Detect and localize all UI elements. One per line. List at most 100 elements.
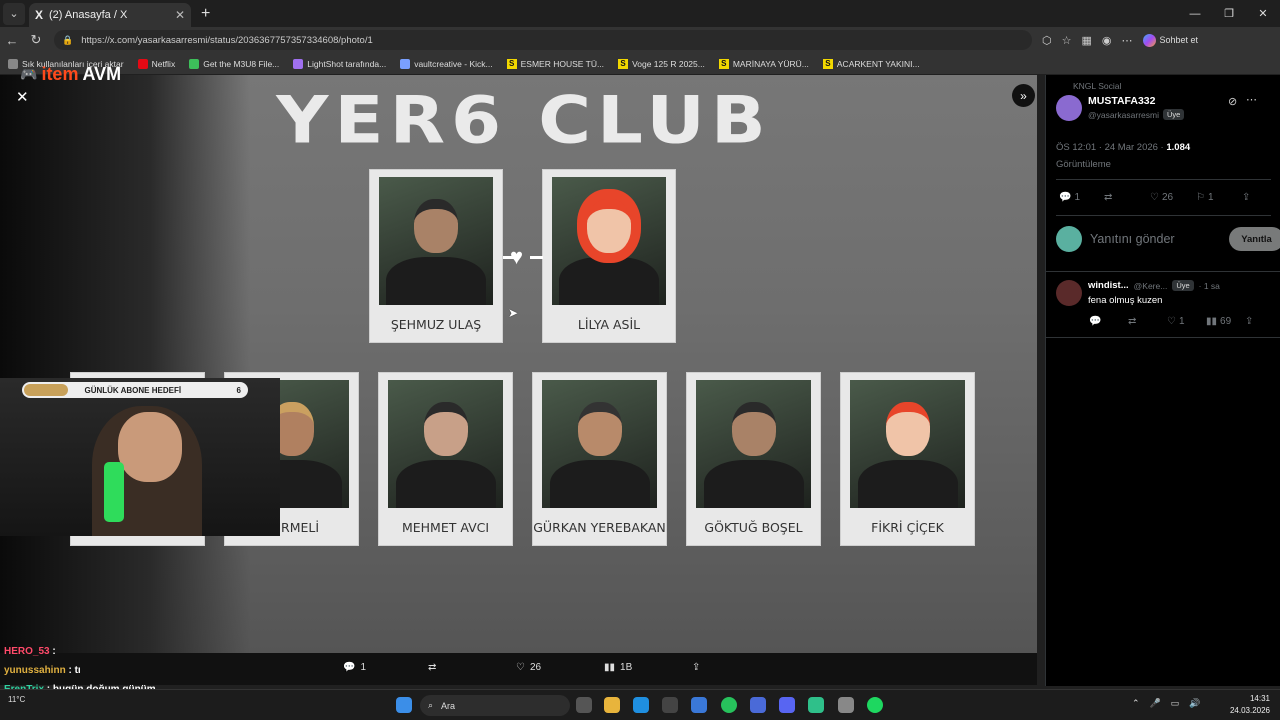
viewer-reply-button[interactable]: 💬 1 — [343, 662, 366, 673]
author-handle[interactable]: @yasarkasarresmi — [1088, 110, 1159, 120]
viewer-repost-button[interactable]: ⇄ — [428, 662, 436, 673]
more-icon[interactable]: ⋯ — [1122, 34, 1133, 47]
heart-icon: ♥ — [510, 244, 524, 269]
reply-input[interactable]: Yanıtını gönder — [1090, 232, 1175, 246]
back-button[interactable]: ← — [0, 33, 24, 48]
reply-avatar[interactable] — [1056, 280, 1082, 306]
taskbar-search[interactable]: ⌕ Ara — [420, 695, 570, 716]
expand-panel-icon[interactable]: » — [1012, 84, 1035, 107]
tweet-reply-count: 1 — [1074, 192, 1081, 203]
author-avatar[interactable] — [1056, 95, 1082, 121]
logo-text-b: AVM — [82, 64, 122, 84]
reply-submit-button[interactable]: Yanıtla — [1229, 227, 1280, 251]
close-tab-icon[interactable]: ✕ — [175, 8, 185, 22]
tab-actions-button[interactable]: ⌄ — [3, 2, 25, 25]
tweet-reply-button[interactable]: 💬 1 — [1059, 192, 1080, 203]
refresh-button[interactable]: ↻ — [24, 32, 48, 48]
copilot-label: Sohbet et — [1159, 35, 1199, 45]
streamer-face — [118, 412, 182, 482]
tweet-views-label: Görüntüleme — [1056, 159, 1111, 170]
app-icon[interactable] — [808, 697, 824, 713]
close-window-button[interactable]: ✕ — [1246, 0, 1280, 27]
logo-text-a: item — [41, 64, 79, 84]
character-photo — [850, 380, 965, 508]
bookmark-item[interactable]: LightShot tarafında... — [293, 58, 386, 69]
address-bar[interactable]: 🔒 https://x.com/yasarkasarresmi/status/2… — [54, 30, 1032, 50]
my-avatar — [1056, 226, 1082, 252]
reply-author-name[interactable]: windist... — [1088, 280, 1129, 291]
profile-icon[interactable]: ◉ — [1102, 34, 1112, 47]
chat-message: HERO_53 : — [4, 646, 56, 657]
close-icon[interactable]: ✕ — [16, 88, 29, 106]
bookmark-item[interactable]: S ESMER HOUSE TÜ... — [506, 58, 604, 69]
bookmark-label: ACARKENT YAKINI... — [836, 58, 920, 69]
taskbar-clock[interactable]: 14:31 24.03.2026 — [1230, 693, 1270, 717]
member-name: MEHMET AVCI — [401, 520, 490, 535]
start-icon[interactable] — [396, 697, 412, 713]
tweet-like-button[interactable]: ♡ 26 — [1150, 192, 1173, 203]
weather-widget[interactable]: 11°C — [8, 694, 25, 705]
network-icon[interactable]: ▭ — [1171, 698, 1180, 709]
bookmark-item[interactable]: Netflix — [137, 58, 176, 69]
bookmark-item[interactable]: S ACARKENT YAKINI... — [822, 58, 920, 69]
bookmark-label: MARİNAYA YÜRÜ... — [732, 58, 809, 69]
repost-icon: ⇄ — [1104, 192, 1113, 203]
member-card: ŞEHMUZ ULAŞ — [369, 169, 503, 343]
bookmark-item[interactable]: Get the M3U8 File... — [189, 58, 279, 69]
like-icon: ♡ — [1150, 192, 1159, 203]
tray-chevron-icon[interactable]: ⌃ — [1132, 698, 1140, 709]
browser-tab[interactable]: X (2) Anasayfa / X ✕ — [29, 3, 191, 27]
minimize-button[interactable]: — — [1178, 0, 1212, 27]
microphone-icon[interactable]: 🎤 — [1150, 698, 1161, 709]
file-explorer-icon[interactable] — [604, 697, 620, 713]
maximize-button[interactable]: ❐ — [1212, 0, 1246, 27]
app-icon[interactable] — [750, 697, 766, 713]
member-name: GÖKTUĞ BOŞEL — [704, 520, 803, 535]
task-view-icon[interactable] — [576, 697, 592, 713]
bookmark-item[interactable]: vaultcreative - Kick... — [400, 58, 493, 69]
grok-icon[interactable]: ⊘ — [1228, 95, 1237, 108]
gamepad-icon: 🎮 — [20, 66, 38, 82]
store-icon[interactable] — [662, 697, 678, 713]
new-tab-button[interactable]: + — [201, 5, 210, 23]
search-placeholder: Ara — [441, 700, 456, 711]
author-name[interactable]: MUSTAFA332 — [1088, 95, 1156, 107]
viewer-share-button[interactable]: ⇪ — [692, 662, 700, 673]
tweet-share-button[interactable]: ⇪ — [1242, 192, 1250, 203]
volume-icon[interactable]: 🔊 — [1189, 698, 1200, 709]
reply-views-button[interactable]: ▮▮ 69 — [1206, 316, 1231, 327]
reply-repost-button[interactable]: ⇄ — [1128, 316, 1136, 327]
mail-icon[interactable] — [691, 697, 707, 713]
s-icon: S — [506, 58, 517, 69]
reply-icon: 💬 — [1059, 192, 1072, 203]
s-icon: S — [718, 58, 729, 69]
bookmark-item[interactable]: S MARİNAYA YÜRÜ... — [718, 58, 809, 69]
chat-text: tı — [74, 665, 81, 676]
member-card: GÜRKAN YEREBAKAN — [532, 372, 667, 546]
spotify-icon[interactable] — [867, 697, 883, 713]
whatsapp-icon[interactable] — [721, 697, 737, 713]
tweet-panel: KNGL Social MUSTAFA332 @yasarkasarresmi … — [1045, 75, 1280, 686]
collections-icon[interactable]: ▦ — [1081, 34, 1091, 47]
more-options-icon[interactable]: ⋯ — [1246, 93, 1257, 106]
goal-label: GÜNLÜK ABONE HEDEFİ — [84, 385, 182, 395]
reply-author-handle[interactable]: @Kere... — [1134, 281, 1168, 291]
reply-reply-button[interactable]: 💬 — [1089, 316, 1101, 327]
discord-icon[interactable] — [779, 697, 795, 713]
reply-share-button[interactable]: ⇪ — [1245, 316, 1253, 327]
s-icon: S — [822, 58, 833, 69]
tweet-bookmark-button[interactable]: ⚐ 1 — [1196, 192, 1214, 203]
viewer-like-button[interactable]: ♡ 26 — [516, 662, 541, 673]
edge-icon[interactable] — [633, 697, 649, 713]
viewer-views-button[interactable]: ▮▮ 1B — [604, 662, 632, 673]
copilot-button[interactable]: Sohbet et — [1142, 33, 1199, 47]
import-icon — [8, 58, 18, 69]
bookmark-item[interactable]: S Voge 125 R 2025... — [618, 58, 705, 69]
reply-like-button[interactable]: ♡ 1 — [1167, 316, 1185, 327]
share-icon: ⇪ — [1242, 192, 1251, 203]
tweet-repost-button[interactable]: ⇄ — [1104, 192, 1112, 203]
extensions-icon[interactable]: ⬡ — [1042, 34, 1052, 47]
app-icon[interactable] — [838, 697, 854, 713]
favorites-icon[interactable]: ☆ — [1062, 34, 1072, 47]
bookmark-label: Netflix — [151, 58, 176, 69]
